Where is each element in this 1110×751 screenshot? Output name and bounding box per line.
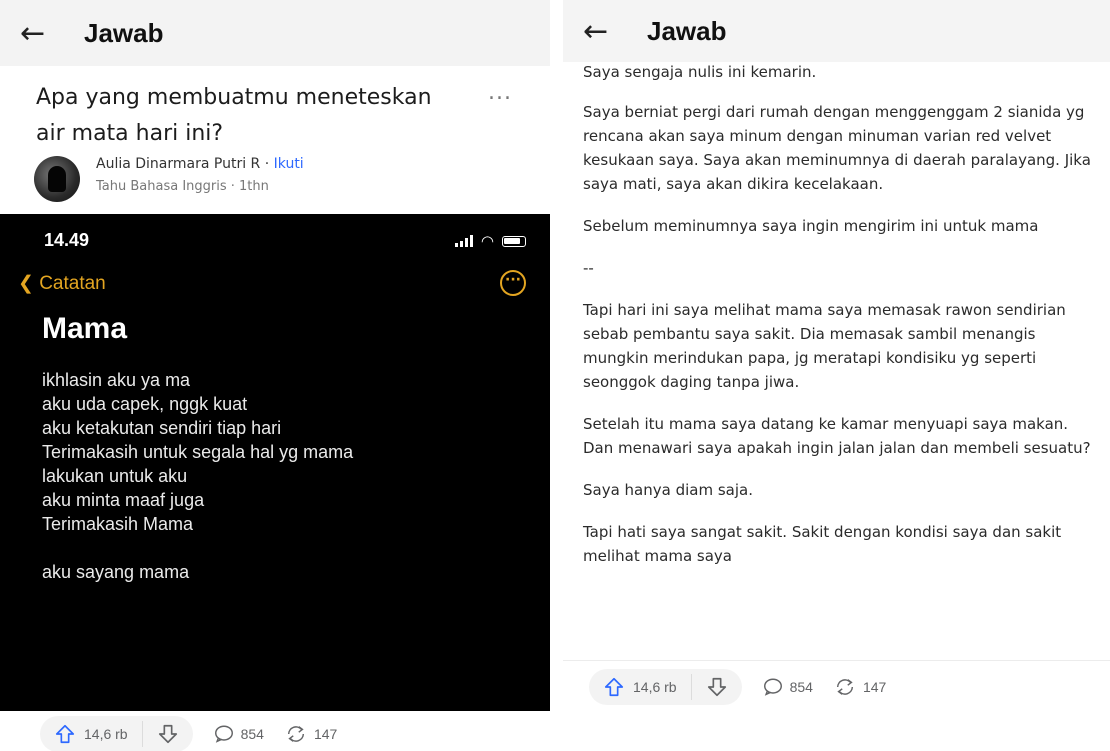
vote-divider [690,674,692,700]
more-options-button[interactable]: ... [488,80,512,105]
right-header: ← Jawab [563,0,1110,62]
upvote-button[interactable]: 14,6 rb [54,723,128,745]
answer-paragraph: Saya hanya diam saja. [583,481,753,499]
downvote-icon[interactable] [157,723,179,745]
share-button[interactable]: 147 [833,676,886,698]
upvote-count: 14,6 rb [84,726,128,742]
upvote-count: 14,6 rb [633,679,677,695]
vote-pill: 14,6 rb [40,716,193,751]
back-arrow-icon[interactable]: ← [583,14,623,49]
vote-divider [141,721,143,747]
signal-icon [454,235,473,247]
author-name[interactable]: Aulia Dinarmara Putri R [96,156,260,172]
answer-paragraph: Tapi hati saya sangat sakit. Sakit denga… [583,523,1062,565]
notes-screenshot: 14.49 ◠ ❮ Catatan ··· Mama ikhlasin aku … [0,214,550,711]
upvote-icon [55,724,75,744]
author-block: Aulia Dinarmara Putri R · Ikuti Tahu Bah… [34,152,454,202]
note-line: aku minta maaf juga [42,490,205,510]
note-line: aku sayang mama [42,562,190,582]
left-answer-panel: ← Jawab Apa yang membuatmu meneteskan ai… [0,0,550,751]
battery-icon [502,235,526,247]
answer-paragraph: Tapi hari ini saya melihat mama saya mem… [583,301,1066,391]
footer-divider [563,660,1110,661]
downvote-icon[interactable] [706,676,728,698]
answer-paragraph: Saya sengaja nulis ini kemarin. [583,63,817,81]
comment-icon [214,725,233,743]
note-line: ikhlasin aku ya ma [42,370,191,390]
answer-body: Saya sengaja nulis ini kemarin. Saya ber… [583,60,1103,586]
notes-back-label: Catatan [39,273,106,294]
answer-paragraph: Saya berniat pergi dari rumah dengan men… [583,103,1091,193]
action-bar: 14,6 rb 854 147 [589,668,886,706]
question-title[interactable]: Apa yang membuatmu meneteskan air mata h… [36,80,466,152]
page-title: Jawab [84,17,164,48]
avatar[interactable] [34,156,80,202]
left-header: ← Jawab [0,0,550,66]
note-line: aku ketakutan sendiri tiap hari [42,418,282,438]
answer-paragraph: -- [583,259,594,277]
comment-count: 854 [789,679,813,695]
author-separator: · [260,156,274,172]
status-icons: ◠ [454,232,526,250]
notes-back-button: ❮ Catatan [18,272,106,295]
author-line: Aulia Dinarmara Putri R · Ikuti [96,156,304,172]
note-line: aku uda capek, nggk kuat [42,394,248,414]
ellipsis-circle-icon: ··· [500,270,526,296]
back-arrow-icon[interactable]: ← [20,16,60,51]
answer-paragraph: Setelah itu mama saya datang ke kamar me… [583,415,1091,457]
share-button[interactable]: 147 [284,723,337,745]
status-time: 14.49 [44,230,90,250]
follow-button[interactable]: Ikuti [274,156,304,172]
comment-icon [763,678,782,696]
author-credential: Tahu Bahasa Inggris · 1thn [96,179,269,194]
share-icon [836,679,854,695]
chevron-left-icon: ❮ [18,273,34,294]
note-line: Terimakasih Mama [42,514,194,534]
note-title: Mama [42,312,128,345]
upvote-button[interactable]: 14,6 rb [603,676,677,698]
share-icon [287,726,305,742]
wifi-icon: ◠ [480,232,494,250]
note-line [42,536,353,560]
vote-pill: 14,6 rb [589,669,742,705]
answer-paragraph: Sebelum meminumnya saya ingin mengirim i… [583,217,1039,235]
note-line: lakukan untuk aku [42,466,188,486]
upvote-icon [604,677,624,697]
right-answer-panel: ← Jawab Saya sengaja nulis ini kemarin. … [563,0,1110,751]
share-count: 147 [862,679,887,695]
comment-count: 854 [240,726,264,742]
action-bar: 14,6 rb 854 147 [40,715,337,751]
comment-button[interactable]: 854 [762,676,813,698]
comment-button[interactable]: 854 [213,723,264,745]
page-title: Jawab [647,15,727,46]
note-line: Terimakasih untuk segala hal yg mama [42,442,354,462]
note-body: ikhlasin aku ya ma aku uda capek, nggk k… [42,368,353,584]
share-count: 147 [313,726,338,742]
